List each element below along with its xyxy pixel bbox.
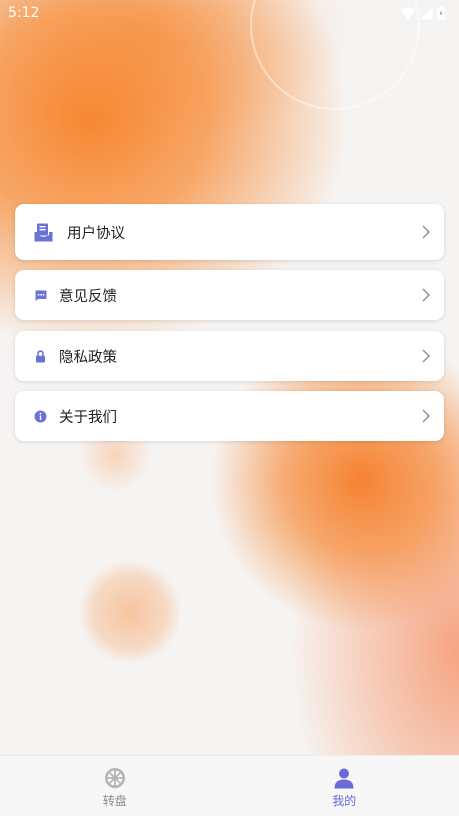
- menu-item-label: 关于我们: [59, 409, 117, 426]
- user-agreement-icon: [34, 223, 53, 241]
- menu-item-about-us[interactable]: 关于我们: [15, 391, 444, 441]
- chevron-right-icon: [422, 349, 430, 363]
- lock-icon: [36, 349, 45, 362]
- tab-label: 我的: [332, 794, 357, 808]
- menu-item-privacy-policy[interactable]: 隐私政策: [15, 331, 444, 381]
- feedback-chat-icon: [35, 290, 47, 301]
- cell-signal-icon: [420, 7, 433, 19]
- menu-item-user-agreement[interactable]: 用户协议: [15, 204, 444, 260]
- tab-mine[interactable]: 我的: [230, 756, 459, 816]
- menu-item-label: 用户协议: [67, 225, 125, 242]
- chevron-right-icon: [422, 409, 430, 423]
- info-icon: [34, 410, 47, 422]
- chevron-right-icon: [422, 225, 430, 239]
- menu-item-label: 意见反馈: [59, 288, 117, 305]
- tab-label: 转盘: [102, 794, 127, 808]
- status-time: 5:12: [8, 5, 40, 21]
- menu-item-label: 隐私政策: [59, 349, 117, 366]
- tab-wheel[interactable]: 转盘: [0, 756, 230, 816]
- chevron-right-icon: [422, 288, 430, 302]
- bottom-tab-bar: 转盘 我的: [0, 755, 459, 816]
- person-icon: [334, 768, 354, 789]
- wifi-icon: [400, 7, 416, 19]
- status-bar: 5:12: [0, 0, 459, 26]
- battery-icon: [437, 6, 445, 20]
- menu-item-feedback[interactable]: 意见反馈: [15, 270, 444, 320]
- wheel-icon: [104, 768, 125, 788]
